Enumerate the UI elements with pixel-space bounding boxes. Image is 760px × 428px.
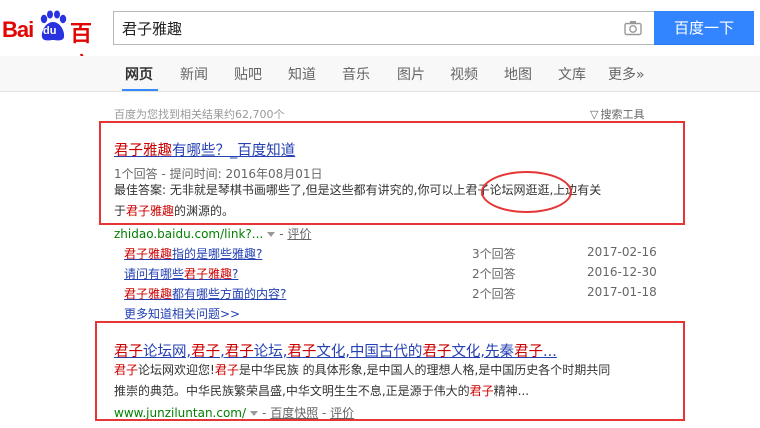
tab-map[interactable]: 地图 <box>504 64 532 84</box>
search-button[interactable]: 百度一下 <box>654 11 754 45</box>
more-related-questions-link[interactable]: 更多知道相关问题>> <box>124 305 240 322</box>
baidu-logo[interactable]: Bai du 百度 <box>2 8 106 79</box>
annotation-box-result-2 <box>95 321 685 421</box>
tab-music[interactable]: 音乐 <box>342 64 370 84</box>
result-count: 百度为您找到相关结果约62,700个 <box>114 108 285 121</box>
answer-count: 3个回答 <box>472 247 516 261</box>
annotation-ellipse <box>481 171 572 213</box>
logo-du-text: du <box>43 25 57 37</box>
tab-wenku[interactable]: 文库 <box>558 64 586 84</box>
search-input[interactable] <box>122 17 602 39</box>
question-date: 2016-12-30 <box>587 265 657 279</box>
result-1-review-link[interactable]: 评价 <box>287 227 311 241</box>
related-question-link[interactable]: 君子雅趣都有哪些方面的内容? <box>124 285 286 302</box>
tab-tieba[interactable]: 贴吧 <box>234 64 262 84</box>
tab-bar: 网页 新闻 贴吧 知道 音乐 图片 视频 地图 文库 更多» <box>0 56 760 92</box>
search-tools-label: 搜索工具 <box>600 108 645 121</box>
tab-zhidao[interactable]: 知道 <box>288 64 316 84</box>
dropdown-arrow-icon[interactable] <box>267 231 276 237</box>
tab-images[interactable]: 图片 <box>397 64 425 84</box>
related-question-link[interactable]: 请问有哪些君子雅趣? <box>124 265 238 282</box>
filter-icon: ▽ <box>590 108 599 121</box>
search-box <box>113 11 654 45</box>
camera-icon[interactable] <box>624 20 642 36</box>
active-tab-indicator <box>122 89 158 91</box>
annotation-box-result-1 <box>99 121 685 225</box>
result-1-url[interactable]: zhidao.baidu.com/link?... <box>114 227 263 241</box>
tab-video[interactable]: 视频 <box>450 64 478 84</box>
search-tools[interactable]: ▽ 搜索工具 <box>590 106 644 122</box>
related-question-link[interactable]: 君子雅趣指的是哪些雅趣? <box>124 245 262 262</box>
answer-count: 2个回答 <box>472 287 516 301</box>
header: Bai du 百度 百度一下 <box>0 0 760 79</box>
result-1-url-line: zhidao.baidu.com/link?... - 评价 <box>114 227 312 241</box>
answer-count: 2个回答 <box>472 267 516 281</box>
question-date: 2017-02-16 <box>587 245 657 259</box>
tab-more[interactable]: 更多» <box>608 64 645 84</box>
logo-bai-text: Bai <box>2 17 34 42</box>
tab-webpage[interactable]: 网页 <box>125 64 153 84</box>
tab-news[interactable]: 新闻 <box>180 64 208 84</box>
question-date: 2017-01-18 <box>587 285 657 299</box>
